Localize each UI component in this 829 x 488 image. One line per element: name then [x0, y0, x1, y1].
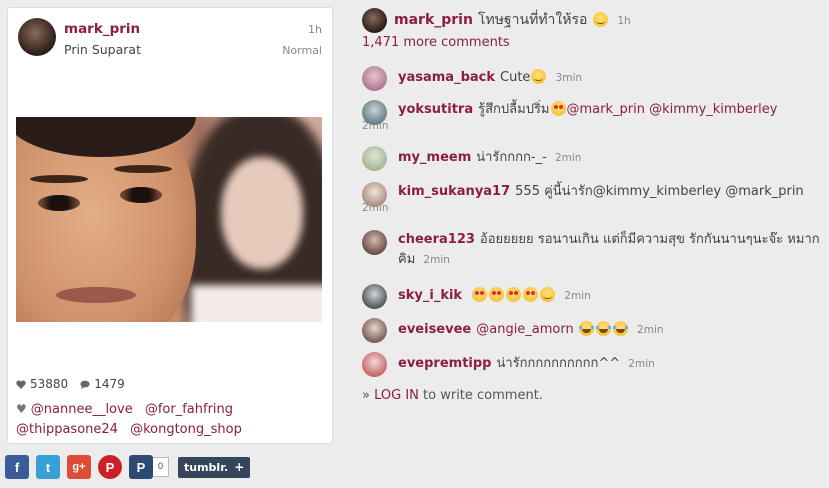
comment-username[interactable]: kim_sukanya17	[398, 184, 510, 199]
comment-bubble-icon	[80, 380, 90, 389]
author-full-name: Prin Suparat	[64, 42, 141, 57]
comment-time: 2min	[554, 152, 582, 164]
smile-emoji-icon	[531, 69, 547, 84]
comment-time: 2min	[637, 324, 664, 336]
smile-emoji-icon	[592, 12, 608, 27]
twitter-icon: t	[45, 459, 51, 475]
google-plus-icon: g+	[72, 461, 86, 473]
tagged-users: ♥ @nannee__love @for_fahfring @thippasone…	[16, 399, 326, 440]
pinit-icon: P	[136, 459, 146, 475]
comment-time: 3min	[555, 72, 583, 84]
comment-text[interactable]: @angie_amorn	[476, 322, 574, 337]
heart-eyes-emoji-icon	[550, 101, 566, 116]
author-username[interactable]: mark_prin	[64, 21, 140, 37]
tag-link[interactable]: @kongtong_shop	[130, 422, 242, 437]
comment-time: 2min	[423, 254, 450, 266]
avatar[interactable]	[362, 66, 387, 91]
tumblr-label: tumblr.	[184, 460, 229, 474]
avatar[interactable]	[362, 8, 387, 33]
post-time: 1h	[308, 23, 322, 36]
post-stats: 53880 1479	[16, 377, 125, 391]
avatar[interactable]	[362, 352, 387, 377]
comment-mentions[interactable]: @mark_prin @kimmy_kimberley	[567, 102, 778, 117]
comment-username[interactable]: sky_i_kik	[398, 288, 462, 303]
comment-time: 2min	[362, 202, 389, 214]
more-comments-link[interactable]: 1,471 more comments	[362, 34, 824, 52]
twitter-share-button[interactable]: t	[36, 455, 60, 479]
smile-emoji-icon	[540, 287, 556, 302]
comment-row: yoksutitra รู้สึกปลื้มปริ่ม @mark_prin @ki…	[362, 100, 824, 146]
pinterest-icon: P	[105, 459, 115, 475]
heart-eyes-emoji-icon	[523, 287, 539, 302]
comment-row: my_meem น่ารักกกก-_- 2min	[362, 146, 824, 182]
pinit-count: 0	[153, 457, 169, 477]
tag-link[interactable]: @nannee__love	[31, 402, 133, 417]
login-link[interactable]: LOG IN	[374, 388, 419, 403]
comment-time: 2min	[362, 120, 389, 132]
caption-text: โทษฐานที่ทำให้รอ	[477, 12, 588, 28]
comment-username[interactable]: my_meem	[398, 150, 471, 165]
comment-username[interactable]: yasama_back	[398, 70, 495, 85]
facebook-share-button[interactable]: f	[5, 455, 29, 479]
avatar[interactable]	[362, 284, 387, 309]
comment-text: รู้สึกปลื้มปริ่ม	[478, 102, 550, 117]
heart-eyes-emoji-icon	[472, 287, 488, 302]
comment-username[interactable]: mark_prin	[394, 12, 473, 28]
comments-panel: mark_prin โทษฐานที่ทำให้รอ 1h 1,471 more …	[362, 8, 824, 403]
comment-text: Cute	[500, 70, 531, 85]
comment-username[interactable]: yoksutitra	[398, 102, 473, 117]
post-photo[interactable]	[16, 117, 322, 322]
comment-row: eveisevee @angie_amorn 2min	[362, 318, 824, 352]
avatar[interactable]	[362, 318, 387, 343]
post-card: mark_prin Prin Suparat 1h Normal 53880 1…	[7, 7, 333, 444]
pinterest-share-button[interactable]: P	[98, 455, 122, 479]
avatar[interactable]	[362, 230, 387, 255]
comment-text: น่ารักกกกกกกกกก^^	[496, 356, 621, 371]
caption-row: mark_prin โทษฐานที่ทำให้รอ 1h	[362, 8, 824, 33]
heart-eyes-emoji-icon	[489, 287, 505, 302]
comment-row: kim_sukanya17 555 คู่นี้น่ารัก@kimmy_kimb…	[362, 182, 824, 230]
comment-username[interactable]: cheera123	[398, 232, 475, 247]
tumblr-share-button[interactable]: tumblr. +	[178, 456, 251, 478]
comment-row: yasama_back Cute 3min	[362, 66, 824, 100]
heart-eyes-emoji-icon	[506, 287, 522, 302]
comment-username[interactable]: evepremtipp	[398, 356, 491, 371]
author-avatar[interactable]	[18, 18, 56, 56]
post-filter: Normal	[282, 44, 322, 57]
plus-icon: +	[234, 460, 245, 474]
comment-row: cheera123 อ้อยยยยย รอนานเกิน แต่ก็มีความส…	[362, 230, 824, 284]
google-plus-share-button[interactable]: g+	[67, 455, 91, 479]
comment-text: 555 คู่นี้น่ารัก@kimmy_kimberley @mark_p…	[515, 184, 804, 199]
comment-time: 2min	[628, 358, 655, 370]
comment-time: 2min	[564, 290, 591, 302]
facebook-icon: f	[14, 459, 20, 475]
comments-count: 1479	[94, 377, 125, 391]
arrow-icon: »	[362, 388, 370, 403]
comment-row: evepremtipp น่ารักกกกกกกกกก^^ 2min	[362, 352, 824, 382]
laughing-emoji-icon	[612, 321, 628, 336]
login-prompt-text: to write comment.	[423, 388, 543, 403]
tag-link[interactable]: @thippasone24	[16, 422, 118, 437]
avatar[interactable]	[362, 100, 387, 125]
pinit-button[interactable]: P	[129, 455, 153, 479]
laughing-emoji-icon	[595, 321, 611, 336]
laughing-emoji-icon	[578, 321, 594, 336]
heart-icon	[16, 380, 26, 389]
login-prompt: » LOG IN to write comment.	[362, 388, 824, 403]
comment-row: sky_i_kik 2min	[362, 284, 824, 318]
avatar[interactable]	[362, 146, 387, 171]
share-bar: f t g+ P P 0 tumblr. +	[5, 455, 251, 479]
likes-count: 53880	[30, 377, 69, 391]
comment-time: 1h	[617, 15, 631, 27]
comment-text: น่ารักกกก-_-	[476, 150, 547, 165]
comment-username[interactable]: eveisevee	[398, 322, 471, 337]
avatar[interactable]	[362, 182, 387, 207]
heart-icon: ♥	[16, 402, 27, 416]
tag-link[interactable]: @for_fahfring	[145, 402, 233, 417]
